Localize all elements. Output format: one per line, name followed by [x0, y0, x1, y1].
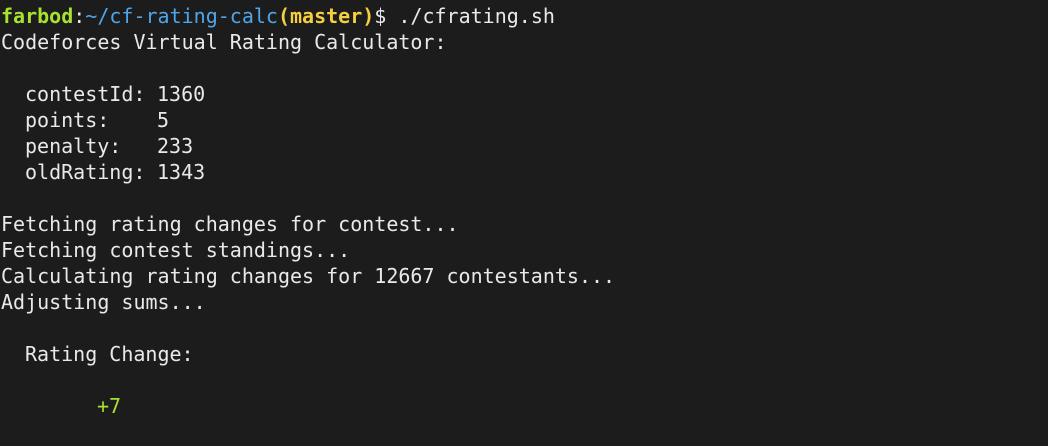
- param-key: penalty:: [25, 134, 122, 158]
- param-value: 1360: [157, 82, 206, 106]
- param-row: points: 5: [0, 107, 1048, 133]
- command-text: ./cfrating.sh: [398, 4, 555, 28]
- prompt-separator: :: [73, 4, 86, 28]
- output-title: Codeforces Virtual Rating Calculator:: [1, 30, 447, 54]
- param-value: 5: [157, 108, 170, 132]
- status-line: Adjusting sums...: [1, 290, 206, 314]
- param-row: penalty: 233: [0, 133, 1048, 159]
- prompt-branch: (master): [277, 4, 375, 28]
- prompt-path: ~/cf-rating-calc: [85, 4, 278, 28]
- result-value: +7: [97, 394, 122, 418]
- param-value: 233: [157, 134, 194, 158]
- prompt-user: farbod: [1, 4, 74, 28]
- status-line: Fetching rating changes for contest...: [1, 212, 459, 236]
- param-key: points:: [25, 108, 110, 132]
- param-key: contestId:: [25, 82, 146, 106]
- param-key: oldRating:: [25, 160, 146, 184]
- terminal-window[interactable]: farbod:~/cf-rating-calc(master)$ ./cfrat…: [0, 0, 1048, 446]
- prompt-line: farbod:~/cf-rating-calc(master)$ ./cfrat…: [0, 3, 1048, 29]
- param-value: 1343: [157, 160, 206, 184]
- param-row: oldRating: 1343: [0, 159, 1048, 185]
- result-label: Rating Change:: [25, 342, 194, 366]
- param-row: contestId: 1360: [0, 81, 1048, 107]
- status-line: Fetching contest standings...: [1, 238, 351, 262]
- prompt-symbol: $: [374, 4, 387, 28]
- status-line: Calculating rating changes for 12667 con…: [1, 264, 616, 288]
